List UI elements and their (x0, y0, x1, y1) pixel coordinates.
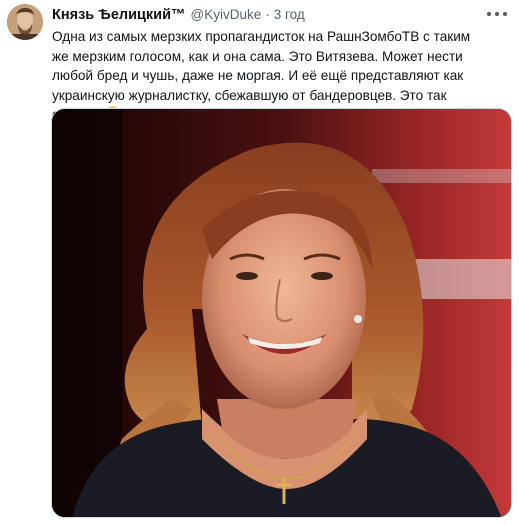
display-name[interactable]: Князь Ѣелицкий™ (52, 6, 186, 24)
more-options-icon[interactable] (487, 6, 507, 22)
timestamp[interactable]: 3 год (274, 6, 305, 24)
tweet-card[interactable]: Князь Ѣелицкий™ @KyivDuke · 3 год Одна и… (0, 0, 519, 525)
photo-illustration (52, 109, 511, 517)
separator-dot: · (265, 7, 270, 22)
avatar[interactable] (7, 4, 43, 40)
tweet-header: Князь Ѣелицкий™ @KyivDuke · 3 год (52, 6, 489, 26)
tweet-photo[interactable] (51, 108, 512, 518)
user-handle[interactable]: @KyivDuke (191, 6, 262, 24)
